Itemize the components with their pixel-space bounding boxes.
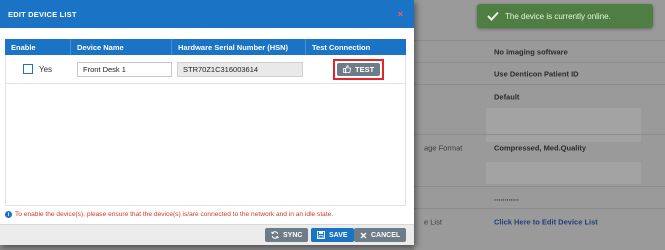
settings-row-label: e List [424, 217, 442, 226]
device-table: Enable Device Name Hardware Serial Numbe… [5, 39, 406, 84]
device-name-input[interactable]: Front Desk 1 [77, 61, 172, 77]
close-icon [360, 232, 367, 239]
test-button[interactable]: TEST [337, 62, 381, 76]
table-header: Enable Device Name Hardware Serial Numbe… [5, 39, 406, 55]
hsn-field: STR70Z1C316003614 [177, 61, 303, 77]
modal-header: EDIT DEVICE LIST × [0, 0, 414, 28]
settings-row: Default [414, 84, 665, 108]
column-header-hsn: Hardware Serial Number (HSN) [172, 39, 306, 55]
settings-row-label: age Format [424, 143, 463, 152]
column-header-device-name: Device Name [71, 39, 172, 55]
column-header-enable: Enable [5, 39, 71, 55]
settings-row: Use Denticon Patient ID [414, 62, 665, 84]
toast-message: The device is currently online. [505, 11, 611, 21]
floppy-disk-icon [317, 231, 325, 239]
settings-row: No imaging software [414, 40, 665, 62]
sync-button[interactable]: SYNC [265, 228, 309, 242]
check-icon [487, 11, 505, 21]
column-header-test-connection: Test Connection [312, 42, 371, 52]
edit-device-list-link[interactable]: Click Here to Edit Device List [494, 217, 598, 226]
test-connection-cell: TEST [307, 55, 405, 83]
notice-text: To enable the device(s), please ensure t… [15, 211, 334, 218]
test-button-highlight: TEST [333, 58, 385, 80]
enable-label: Yes [39, 64, 53, 74]
device-name-cell: Front Desk 1 [72, 55, 173, 83]
success-toast: The device is currently online. [477, 4, 653, 28]
thumbs-up-icon [343, 65, 351, 73]
settings-row-value: No imaging software [494, 47, 568, 56]
sync-button-label: SYNC [283, 231, 303, 239]
network-notice: i To enable the device(s), please ensure… [5, 211, 333, 218]
info-icon: i [5, 211, 12, 218]
enable-checkbox[interactable] [23, 64, 33, 74]
edit-device-list-modal: EDIT DEVICE LIST × Enable Device Name Ha… [0, 0, 414, 245]
settings-section-gap [486, 162, 641, 184]
close-icon[interactable]: × [398, 9, 403, 19]
hsn-cell: STR70Z1C316003614 [173, 55, 307, 83]
settings-row-value: Compressed, Med.Quality [494, 143, 587, 152]
settings-row-value: ............ [494, 193, 520, 202]
cancel-button[interactable]: CANCEL [354, 228, 407, 242]
table-empty-area [5, 84, 406, 206]
save-button-label: SAVE [329, 231, 348, 239]
settings-row: ............ [414, 186, 665, 208]
settings-row: e List Click Here to Edit Device List [414, 208, 665, 234]
sync-icon [271, 231, 279, 239]
table-row: Yes Front Desk 1 STR70Z1C316003614 TEST [5, 55, 406, 84]
modal-title: EDIT DEVICE LIST [8, 9, 77, 19]
cancel-button-label: CANCEL [371, 231, 401, 239]
test-button-label: TEST [355, 64, 375, 74]
settings-row: age Format Compressed, Med.Quality [414, 134, 665, 160]
save-button[interactable]: SAVE [311, 228, 354, 242]
modal-footer: SYNC SAVE CANCEL [0, 224, 414, 245]
settings-row-value: Use Denticon Patient ID [494, 69, 579, 78]
settings-row-value: Default [494, 92, 520, 101]
enable-cell: Yes [6, 55, 72, 83]
